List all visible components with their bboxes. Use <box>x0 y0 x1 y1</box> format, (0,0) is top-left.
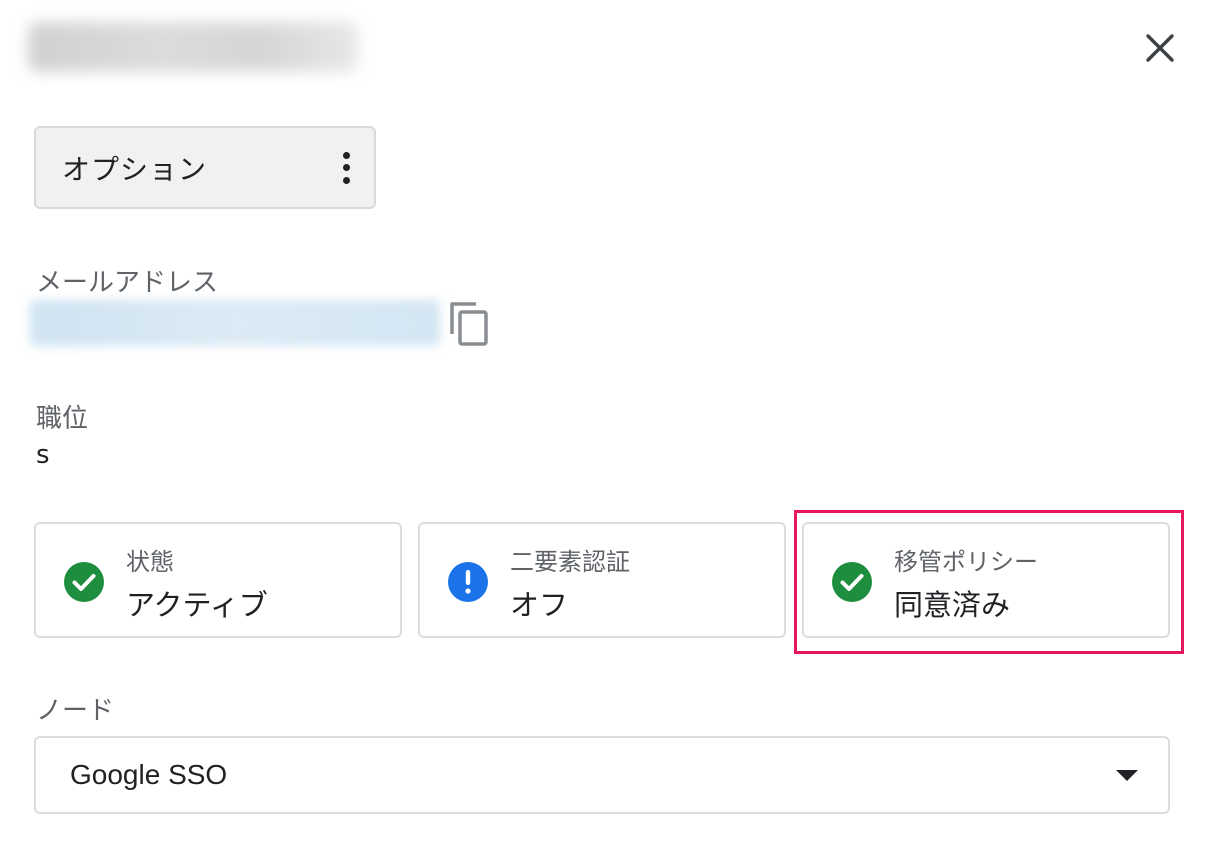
check-circle-icon <box>832 562 872 602</box>
user-name-redacted <box>28 22 358 72</box>
close-button[interactable] <box>1136 24 1184 72</box>
caret-down-icon <box>1116 769 1138 781</box>
options-button[interactable]: オプション <box>34 126 376 209</box>
transfer-policy-title: 移管ポリシー <box>894 548 1038 576</box>
status-card-two-factor: 二要素認証 オフ <box>418 522 786 638</box>
node-label: ノード <box>36 696 115 726</box>
node-selected-value: Google SSO <box>70 759 228 790</box>
status-title: 状態 <box>126 548 174 576</box>
two-factor-value: オフ <box>510 588 569 622</box>
node-select[interactable]: Google SSO <box>34 736 1170 814</box>
copy-icon <box>450 302 488 346</box>
info-alert-icon <box>448 562 488 602</box>
job-title-value: s <box>36 440 50 470</box>
close-icon <box>1146 34 1174 62</box>
transfer-policy-value: 同意済み <box>894 588 1011 622</box>
copy-email-button[interactable] <box>446 298 492 350</box>
job-title-label: 職位 <box>36 404 89 434</box>
email-value-redacted <box>30 300 440 346</box>
status-card-transfer-policy: 移管ポリシー 同意済み <box>802 522 1170 638</box>
options-label: オプション <box>62 152 208 186</box>
two-factor-title: 二要素認証 <box>510 548 630 576</box>
status-value: アクティブ <box>126 588 268 622</box>
more-vert-icon <box>336 148 356 188</box>
check-circle-icon <box>64 562 104 602</box>
status-card-state: 状態 アクティブ <box>34 522 402 638</box>
email-label: メールアドレス <box>36 268 219 298</box>
